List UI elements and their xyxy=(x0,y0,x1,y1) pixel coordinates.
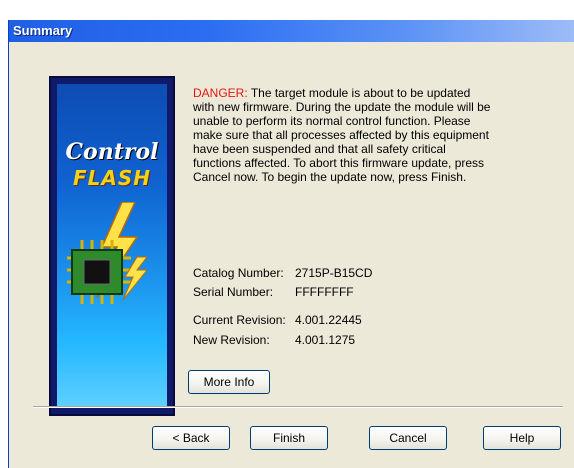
window-title: Summary xyxy=(13,23,73,38)
current-revision-label: Current Revision: xyxy=(193,313,286,327)
serial-number-value: FFFFFFFF xyxy=(295,285,354,299)
back-button[interactable]: < Back xyxy=(152,426,230,450)
cancel-button[interactable]: Cancel xyxy=(369,426,447,450)
title-bar[interactable]: Summary xyxy=(9,20,574,42)
danger-label: DANGER: xyxy=(193,86,248,100)
chip-lightning-icon xyxy=(67,202,149,304)
separator xyxy=(33,406,563,408)
catalog-number-value: 2715P-B15CD xyxy=(295,266,373,280)
message-body: The target module is about to be updated… xyxy=(193,86,491,184)
finish-button[interactable]: Finish xyxy=(250,426,328,450)
catalog-number-label: Catalog Number: xyxy=(193,266,284,280)
serial-number-label: Serial Number: xyxy=(193,285,274,299)
new-revision-value: 4.001.1275 xyxy=(295,333,356,347)
danger-message: DANGER: The target module is about to be… xyxy=(193,86,493,184)
logo-text-control: Control xyxy=(65,139,159,165)
current-revision-value: 4.001.22445 xyxy=(295,313,362,327)
background-document-strip xyxy=(0,0,574,20)
logo-text-flash: FLASH xyxy=(72,166,152,190)
logo-background: Control FLASH xyxy=(57,84,167,408)
summary-dialog: Summary Control FLASH DANGER: The target… xyxy=(8,20,574,468)
more-info-button[interactable]: More Info xyxy=(188,370,270,394)
new-revision-label: New Revision: xyxy=(193,333,270,347)
help-button[interactable]: Help xyxy=(483,426,561,450)
controlflash-logo-panel: Control FLASH xyxy=(49,76,175,416)
